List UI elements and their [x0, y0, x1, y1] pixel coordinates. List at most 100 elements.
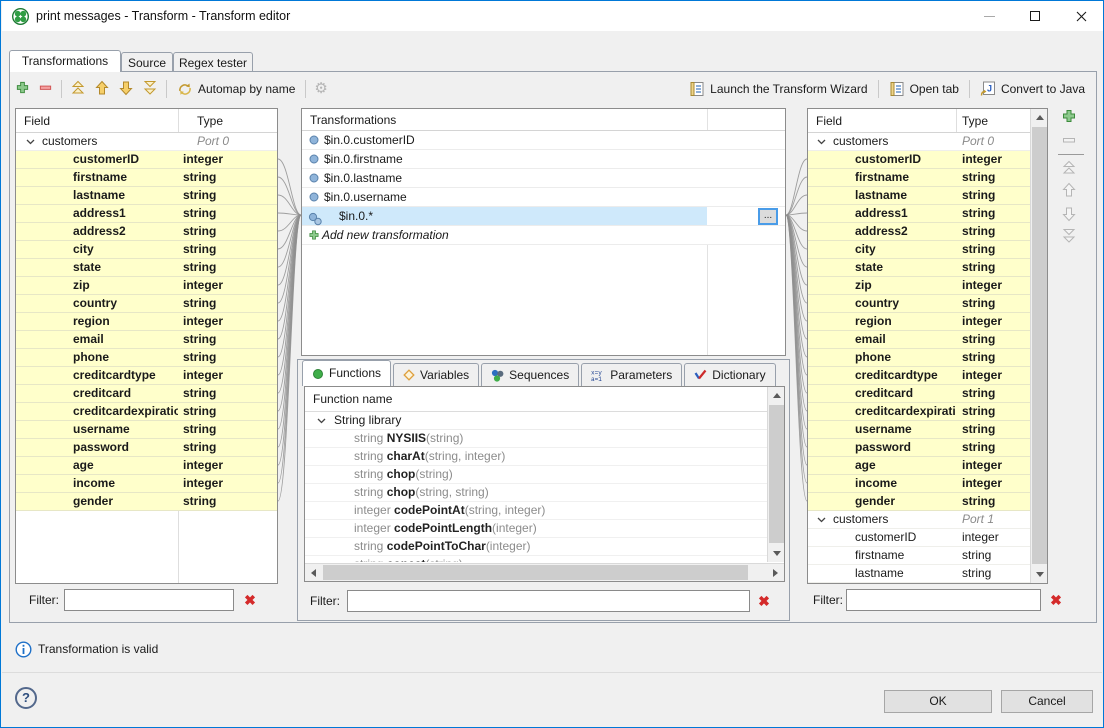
field-row[interactable]: password string — [16, 439, 277, 457]
help-button[interactable]: ? — [15, 687, 37, 709]
add-transformation-row[interactable]: Add new transformation — [302, 226, 785, 245]
vertical-scrollbar[interactable] — [767, 387, 784, 562]
transformation-row[interactable]: $in.0.customerID — [302, 131, 785, 150]
clear-filter-icon[interactable]: ✖ — [1047, 591, 1065, 609]
clear-filter-icon[interactable]: ✖ — [755, 592, 773, 610]
move-up-button[interactable] — [1061, 182, 1077, 201]
field-row[interactable]: creditcard string — [16, 385, 277, 403]
functions-filter-input[interactable] — [347, 590, 750, 612]
field-row[interactable]: firstname string — [808, 547, 1047, 565]
ok-button[interactable]: OK — [884, 690, 992, 713]
remove-output-field-button[interactable] — [1061, 132, 1077, 151]
field-row[interactable]: username string — [16, 421, 277, 439]
tab-source[interactable]: Source — [121, 52, 173, 72]
open-tab-button[interactable]: Open tab — [887, 79, 961, 99]
scroll-down-arrow[interactable] — [1031, 566, 1048, 583]
add-output-field-button[interactable] — [1061, 108, 1077, 127]
scroll-down-arrow[interactable] — [768, 545, 785, 562]
remove-field-button[interactable] — [38, 80, 53, 98]
convert-to-java-button[interactable]: J Convert to Java — [978, 79, 1087, 99]
tab-sequences[interactable]: Sequences — [481, 363, 579, 386]
tab-regex-tester[interactable]: Regex tester — [173, 52, 253, 72]
field-row[interactable]: customerID integer — [16, 151, 277, 169]
field-row[interactable]: password string — [808, 439, 1047, 457]
field-row[interactable]: customerID integer — [808, 151, 1047, 169]
move-bottom-button[interactable] — [142, 80, 158, 99]
field-row[interactable]: address2 string — [16, 223, 277, 241]
field-row[interactable]: gender string — [808, 493, 1047, 511]
field-row[interactable]: lastname string — [808, 565, 1047, 583]
transformation-row[interactable]: $in.0.firstname — [302, 150, 785, 169]
maximize-button[interactable] — [1012, 1, 1058, 31]
record-group-row[interactable]: customers Port 0 — [808, 133, 1047, 151]
add-field-button[interactable] — [15, 80, 30, 98]
field-row[interactable]: income integer — [16, 475, 277, 493]
field-row[interactable]: country string — [16, 295, 277, 313]
transformation-row-selected[interactable]: $in.0.* ... — [302, 207, 785, 226]
horizontal-scrollbar[interactable] — [305, 563, 784, 581]
field-row[interactable]: creditcardtype integer — [808, 367, 1047, 385]
record-group-row[interactable]: customers Port 0 — [16, 133, 277, 151]
launch-wizard-button[interactable]: Launch the Transform Wizard — [687, 79, 869, 99]
move-up-button[interactable] — [94, 80, 110, 99]
settings-gear-icon[interactable]: ⚙ — [314, 81, 327, 97]
function-list-item[interactable]: string chop(string, string) — [305, 484, 784, 502]
scrollbar-thumb[interactable] — [1032, 127, 1047, 564]
function-list-item[interactable]: string chop(string) — [305, 466, 784, 484]
field-row[interactable]: lastname string — [808, 187, 1047, 205]
function-library-group[interactable]: String library — [305, 412, 784, 430]
field-row[interactable]: creditcardexpiration string — [808, 403, 1047, 421]
move-top-button[interactable] — [70, 80, 86, 99]
field-row[interactable]: age integer — [808, 457, 1047, 475]
field-row[interactable]: income integer — [808, 475, 1047, 493]
field-row[interactable]: zip integer — [808, 277, 1047, 295]
field-row[interactable]: email string — [808, 331, 1047, 349]
vertical-scrollbar[interactable] — [1030, 109, 1047, 583]
field-row[interactable]: username string — [808, 421, 1047, 439]
field-row[interactable]: firstname string — [808, 169, 1047, 187]
field-row[interactable]: email string — [16, 331, 277, 349]
scroll-left-arrow[interactable] — [305, 564, 322, 581]
field-row[interactable]: phone string — [16, 349, 277, 367]
tab-transformations[interactable]: Transformations — [9, 50, 121, 72]
field-row[interactable]: creditcardtype integer — [16, 367, 277, 385]
scrollbar-thumb[interactable] — [769, 405, 784, 543]
tab-parameters[interactable]: x=y a=1 Parameters — [581, 363, 682, 386]
field-row[interactable]: region integer — [16, 313, 277, 331]
move-bottom-button[interactable] — [1061, 228, 1077, 247]
field-row[interactable]: customerID integer — [808, 529, 1047, 547]
field-row[interactable]: phone string — [808, 349, 1047, 367]
field-row[interactable]: city string — [808, 241, 1047, 259]
field-row[interactable]: firstname string — [16, 169, 277, 187]
field-row[interactable]: state string — [808, 259, 1047, 277]
field-row[interactable]: creditcardexpiration string — [16, 403, 277, 421]
scroll-right-arrow[interactable] — [767, 564, 784, 581]
automap-by-name-button[interactable]: Automap by name — [175, 79, 297, 99]
field-row[interactable]: address1 string — [808, 205, 1047, 223]
close-button[interactable] — [1058, 1, 1104, 31]
function-list-item[interactable]: string NYSIIS(string) — [305, 430, 784, 448]
clear-filter-icon[interactable]: ✖ — [241, 591, 259, 609]
input-fields-filter[interactable] — [64, 589, 234, 611]
field-row[interactable]: region integer — [808, 313, 1047, 331]
output-fields-filter[interactable] — [846, 589, 1041, 611]
tab-dictionary[interactable]: Dictionary — [684, 363, 775, 386]
edit-transformation-button[interactable]: ... — [758, 208, 778, 225]
move-down-button[interactable] — [118, 80, 134, 99]
field-row[interactable]: lastname string — [16, 187, 277, 205]
tab-variables[interactable]: Variables — [393, 363, 479, 386]
function-list-item[interactable]: string charAt(string, integer) — [305, 448, 784, 466]
scroll-up-arrow[interactable] — [1031, 109, 1048, 126]
field-row[interactable]: state string — [16, 259, 277, 277]
field-row[interactable]: country string — [808, 295, 1047, 313]
field-row[interactable]: creditcard string — [808, 385, 1047, 403]
record-group-row[interactable]: customers Port 1 — [808, 511, 1047, 529]
transformation-row[interactable]: $in.0.username — [302, 188, 785, 207]
function-list-item[interactable]: integer codePointAt(string, integer) — [305, 502, 784, 520]
function-list-item-clipped[interactable]: string concat(string) — [305, 556, 784, 562]
field-row[interactable]: address1 string — [16, 205, 277, 223]
field-row[interactable]: address2 string — [808, 223, 1047, 241]
field-row[interactable]: zip integer — [16, 277, 277, 295]
field-row[interactable]: city string — [16, 241, 277, 259]
tab-functions[interactable]: Functions — [302, 360, 391, 386]
